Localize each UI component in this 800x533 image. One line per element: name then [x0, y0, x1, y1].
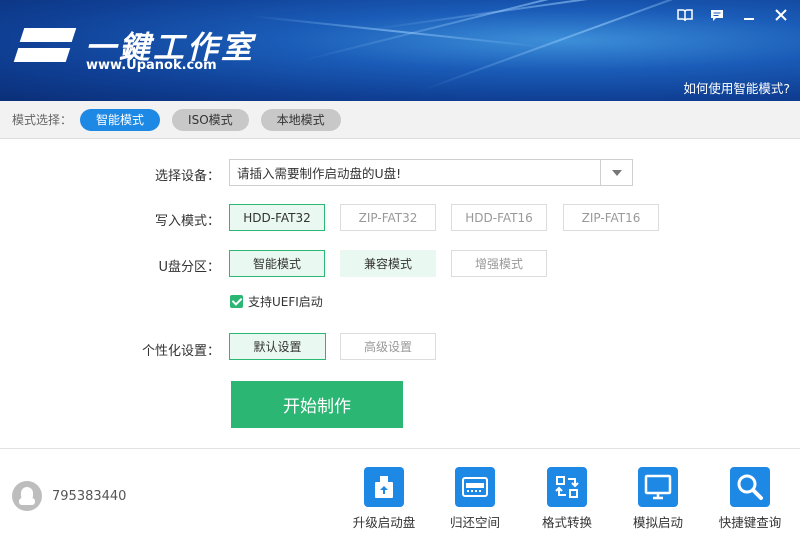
device-label: 选择设备： — [154, 169, 220, 184]
help-link[interactable]: 如何使用智能模式? — [683, 78, 790, 97]
close-icon[interactable] — [768, 4, 794, 26]
qq-icon — [12, 481, 42, 511]
qq-contact[interactable]: 795383440 — [12, 481, 126, 511]
logo-icon — [13, 24, 78, 70]
personalize-default[interactable]: 默认设置 — [229, 333, 326, 360]
checkbox-checked-icon — [230, 295, 243, 308]
simulate-boot-icon — [638, 467, 678, 507]
tool-shortcut-search[interactable]: 快捷键查询 — [710, 467, 790, 531]
personalize-advanced[interactable]: 高级设置 — [340, 333, 436, 360]
partition-compatible-mode[interactable]: 兼容模式 — [340, 250, 436, 277]
format-convert-icon — [547, 467, 587, 507]
write-mode-zip-fat32[interactable]: ZIP-FAT32 — [340, 204, 436, 231]
minimize-icon[interactable] — [736, 4, 762, 26]
tool-label: 格式转换 — [541, 515, 592, 530]
uefi-checkbox[interactable]: 支持UEFI启动 — [230, 293, 323, 310]
header-decoration — [249, 15, 549, 49]
chevron-down-icon[interactable] — [600, 160, 632, 185]
window-controls — [672, 4, 794, 26]
tool-label: 模拟启动 — [632, 515, 683, 530]
book-icon[interactable] — [672, 4, 698, 26]
tab-local-mode[interactable]: 本地模式 — [260, 108, 341, 131]
write-mode-zip-fat16[interactable]: ZIP-FAT16 — [563, 204, 659, 231]
start-button[interactable]: 开始制作 — [231, 381, 403, 428]
mode-label: 模式选择： — [12, 113, 73, 127]
restore-space-icon — [455, 467, 495, 507]
tool-label: 升级启动盘 — [352, 515, 416, 530]
shortcut-search-icon — [730, 467, 770, 507]
qq-number: 795383440 — [52, 488, 127, 504]
mode-bar: 模式选择： 智能模式 ISO模式 本地模式 — [0, 101, 800, 139]
app-header: 一鍵工作室 www.Upanok.com 如何使用智能模式? — [0, 0, 800, 101]
tool-label: 归还空间 — [449, 515, 500, 530]
uefi-label: 支持UEFI启动 — [248, 295, 323, 309]
tool-upgrade-bootdisk[interactable]: 升级启动盘 — [344, 467, 424, 531]
tool-label: 快捷键查询 — [718, 515, 782, 530]
partition-smart-mode[interactable]: 智能模式 — [229, 250, 325, 277]
tab-iso-mode[interactable]: ISO模式 — [172, 108, 249, 131]
tool-format-convert[interactable]: 格式转换 — [527, 467, 607, 531]
footer-divider — [0, 448, 800, 449]
partition-enhanced-mode[interactable]: 增强模式 — [451, 250, 547, 277]
partition-label: U盘分区： — [158, 260, 220, 275]
device-select-value: 请插入需要制作启动盘的U盘! — [237, 166, 402, 181]
write-mode-label: 写入模式： — [154, 214, 220, 229]
app-url: www.Upanok.com — [86, 58, 217, 73]
tool-simulate-boot[interactable]: 模拟启动 — [618, 467, 698, 531]
tab-smart-mode[interactable]: 智能模式 — [80, 108, 161, 131]
personalize-label: 个性化设置： — [141, 344, 220, 359]
write-mode-hdd-fat16[interactable]: HDD-FAT16 — [451, 204, 547, 231]
write-mode-hdd-fat32[interactable]: HDD-FAT32 — [229, 204, 325, 231]
upgrade-icon — [364, 467, 404, 507]
device-select[interactable]: 请插入需要制作启动盘的U盘! — [229, 159, 633, 186]
tool-restore-space[interactable]: 归还空间 — [435, 467, 515, 531]
message-icon[interactable] — [704, 4, 730, 26]
